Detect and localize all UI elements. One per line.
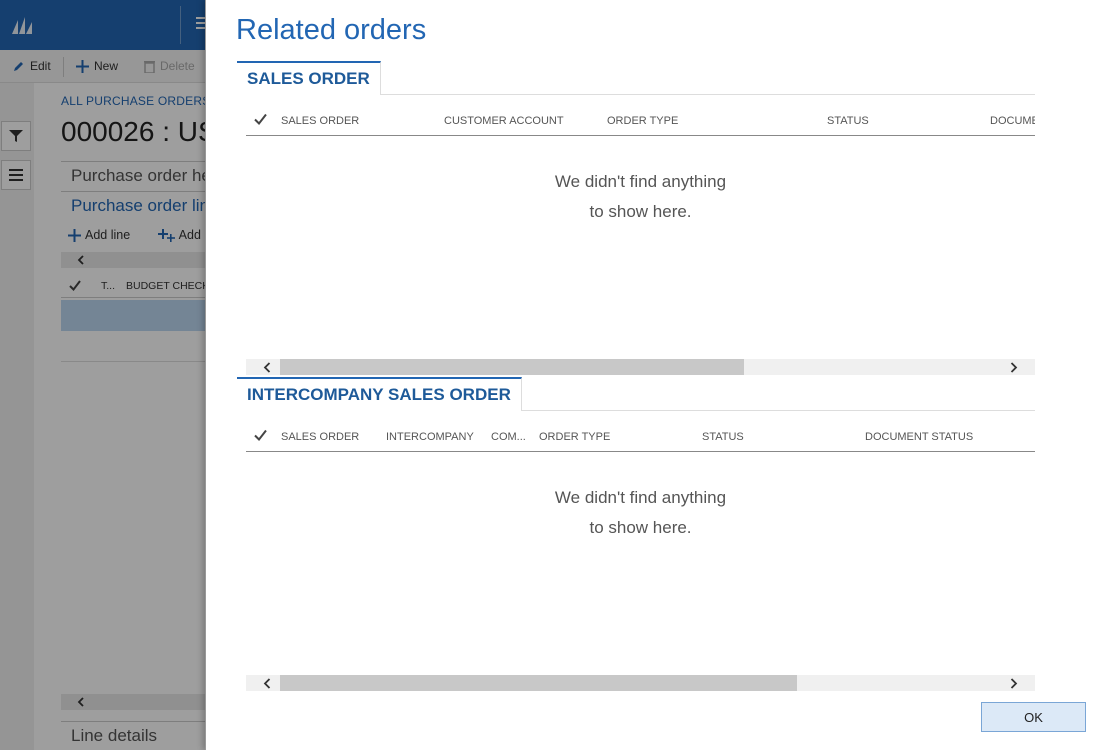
intercompany-horizontal-scrollbar[interactable] [246, 675, 1035, 691]
scroll-left-button[interactable] [260, 360, 274, 374]
empty-message-line: We didn't find anything [554, 488, 727, 507]
intercompany-empty-message: We didn't find anything to show here. [246, 483, 1035, 543]
empty-message-line: to show here. [589, 518, 692, 537]
dialog-title: Related orders [236, 14, 427, 46]
order-type-column-header[interactable]: ORDER TYPE [539, 431, 610, 443]
document-status-column-header[interactable]: DOCUMENT STATUS [865, 431, 973, 443]
chevron-right-icon [1010, 677, 1018, 689]
chevron-left-icon [263, 677, 271, 689]
scroll-left-button[interactable] [260, 676, 274, 690]
document-column-header[interactable]: DOCUME [990, 115, 1035, 127]
order-type-column-header[interactable]: ORDER TYPE [607, 115, 678, 127]
sales-order-horizontal-scrollbar[interactable] [246, 359, 1035, 375]
tab-intercompany-sales-order[interactable]: INTERCOMPANY SALES ORDER [237, 377, 522, 411]
check-icon[interactable] [254, 113, 267, 125]
sales-order-empty-message: We didn't find anything to show here. [246, 167, 1035, 227]
customer-account-column-header[interactable]: CUSTOMER ACCOUNT [444, 115, 564, 127]
empty-message-line: to show here. [589, 202, 692, 221]
scroll-thumb[interactable] [280, 359, 744, 375]
tab-sales-order[interactable]: SALES ORDER [237, 61, 381, 95]
sales-order-grid: SALES ORDER CUSTOMER ACCOUNT ORDER TYPE … [246, 104, 1035, 354]
sales-order-column-header[interactable]: SALES ORDER [281, 431, 359, 443]
chevron-right-icon [1010, 361, 1018, 373]
scroll-thumb[interactable] [280, 675, 797, 691]
scroll-right-button[interactable] [1007, 676, 1021, 690]
intercompany-column-header[interactable]: INTERCOMPANY [386, 431, 474, 443]
sales-order-tab-header: SALES ORDER [237, 61, 1035, 95]
empty-message-line: We didn't find anything [554, 172, 727, 191]
related-orders-dialog: Related orders SALES ORDER SALES ORDER C… [205, 0, 1114, 750]
status-column-header[interactable]: STATUS [702, 431, 744, 443]
company-column-header[interactable]: COM... [491, 431, 526, 443]
chevron-left-icon [263, 361, 271, 373]
scroll-right-button[interactable] [1007, 360, 1021, 374]
intercompany-grid: SALES ORDER INTERCOMPANY COM... ORDER TY… [246, 420, 1035, 670]
check-icon[interactable] [254, 429, 267, 441]
intercompany-tab-header: INTERCOMPANY SALES ORDER [237, 377, 1035, 411]
sales-order-column-header[interactable]: SALES ORDER [281, 115, 359, 127]
status-column-header[interactable]: STATUS [827, 115, 869, 127]
ok-button[interactable]: OK [981, 702, 1086, 732]
sales-order-grid-header: SALES ORDER CUSTOMER ACCOUNT ORDER TYPE … [246, 104, 1035, 136]
intercompany-grid-header: SALES ORDER INTERCOMPANY COM... ORDER TY… [246, 420, 1035, 452]
